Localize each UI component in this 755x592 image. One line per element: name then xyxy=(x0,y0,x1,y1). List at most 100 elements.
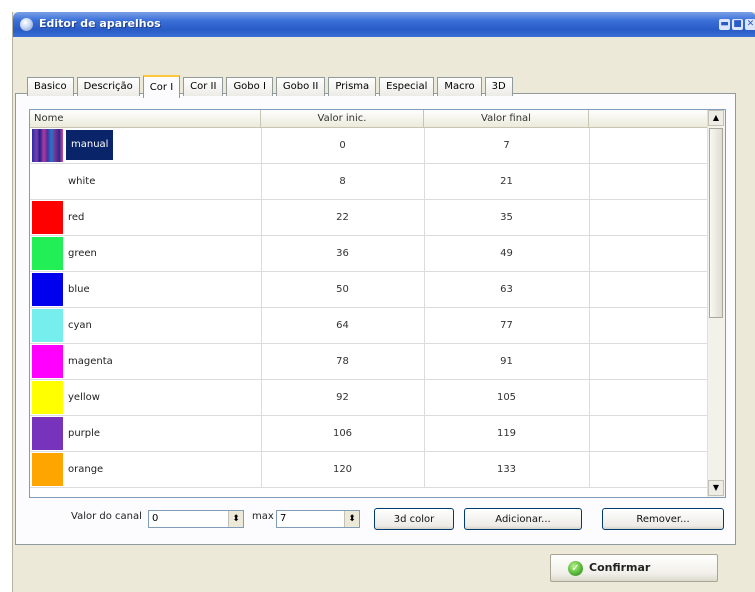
spin-arrows-icon[interactable]: ⬍ xyxy=(228,511,243,527)
table-row[interactable]: orange 120 133 xyxy=(30,452,707,488)
color-swatch xyxy=(32,417,63,450)
tab-gobo-ii[interactable]: Gobo II xyxy=(275,77,326,96)
column-divider xyxy=(589,200,590,235)
tab-cor-i[interactable]: Cor I xyxy=(142,75,181,98)
max-label: max xyxy=(252,511,274,522)
row-end-value: 133 xyxy=(496,464,517,475)
column-divider xyxy=(589,344,590,379)
row-start-value: 64 xyxy=(336,320,349,331)
scroll-up-icon[interactable]: ▲ xyxy=(708,110,724,126)
table-row[interactable]: magenta 78 91 xyxy=(30,344,707,380)
column-divider xyxy=(589,236,590,271)
table-row[interactable]: manual 0 7 xyxy=(30,128,707,164)
row-end-value: 77 xyxy=(500,320,513,331)
row-name: cyan xyxy=(68,320,92,331)
close-button[interactable]: ✕ xyxy=(745,19,755,30)
color-swatch xyxy=(32,165,63,198)
channel-value-text: 0 xyxy=(152,513,159,524)
row-name: green xyxy=(68,248,97,259)
column-divider xyxy=(589,308,590,343)
column-header-start[interactable]: Valor inic. xyxy=(261,110,424,127)
row-start-value: 92 xyxy=(336,392,349,403)
row-end-value: 63 xyxy=(500,284,513,295)
row-start-value: 0 xyxy=(339,140,346,151)
table-row[interactable]: red 22 35 xyxy=(30,200,707,236)
row-end-value: 7 xyxy=(503,140,510,151)
color-grid: Nome Valor inic. Valor final manual 0 7 whi… xyxy=(29,109,726,498)
tab-gobo-i[interactable]: Gobo I xyxy=(226,77,273,96)
spin-arrows-icon[interactable]: ⬍ xyxy=(344,511,359,527)
tab-cor-ii[interactable]: Cor II xyxy=(183,77,224,96)
column-divider xyxy=(589,272,590,307)
color-swatch xyxy=(32,381,63,414)
tab-prisma[interactable]: Prisma xyxy=(328,77,377,96)
column-header-name[interactable]: Nome xyxy=(30,110,261,127)
tab-descri-o[interactable]: Descrição xyxy=(76,77,140,96)
row-end-value: 35 xyxy=(500,212,513,223)
table-row[interactable]: yellow 92 105 xyxy=(30,380,707,416)
row-start-value: 106 xyxy=(332,428,353,439)
table-row[interactable]: white 8 21 xyxy=(30,164,707,200)
row-end-value: 49 xyxy=(500,248,513,259)
row-start-value: 22 xyxy=(336,212,349,223)
column-divider xyxy=(589,416,590,451)
row-name: white xyxy=(68,176,96,187)
row-name: orange xyxy=(68,464,104,475)
table-row[interactable]: green 36 49 xyxy=(30,236,707,272)
row-name: purple xyxy=(68,428,101,439)
row-name: blue xyxy=(68,284,90,295)
scroll-thumb[interactable] xyxy=(709,128,723,318)
grid-header: Nome Valor inic. Valor final xyxy=(30,110,707,128)
tab-basico[interactable]: Basico xyxy=(27,77,74,96)
minimize-button[interactable]: ▬ xyxy=(719,19,730,30)
color-swatch xyxy=(32,309,63,342)
row-end-value: 91 xyxy=(500,356,513,367)
3d-color-button[interactable]: 3d color xyxy=(374,508,454,530)
row-name: magenta xyxy=(68,356,113,367)
row-name: manual xyxy=(66,130,114,160)
remove-button[interactable]: Remover... xyxy=(602,508,724,530)
channel-value-label: Valor do canal xyxy=(71,511,142,522)
tab-especial[interactable]: Especial xyxy=(379,77,435,96)
row-start-value: 8 xyxy=(339,176,346,187)
column-divider xyxy=(589,380,590,415)
row-start-value: 50 xyxy=(336,284,349,295)
table-row[interactable]: purple 106 119 xyxy=(30,416,707,452)
max-value-stepper[interactable]: 7 ⬍ xyxy=(276,510,360,528)
title-bar[interactable]: Editor de aparelhos ▬ ■ ✕ xyxy=(13,12,755,37)
color-swatch xyxy=(32,273,63,306)
row-start-value: 78 xyxy=(336,356,349,367)
tab-3d[interactable]: 3D xyxy=(484,77,513,96)
confirm-label: Confirmar xyxy=(589,561,651,574)
column-header-blank xyxy=(589,110,707,127)
scroll-down-icon[interactable]: ▼ xyxy=(708,480,724,496)
column-divider xyxy=(589,164,590,199)
color-swatch xyxy=(32,237,63,270)
tab-strip: Basico Descrição Cor I Cor II Gobo I Gobo II P… xyxy=(27,75,513,98)
column-divider xyxy=(589,128,590,163)
color-swatch xyxy=(32,201,63,234)
vertical-scrollbar[interactable]: ▲ ▼ xyxy=(707,110,725,497)
row-end-value: 21 xyxy=(500,176,513,187)
color-swatch xyxy=(32,453,63,486)
maximize-button[interactable]: ■ xyxy=(732,19,743,30)
row-name: yellow xyxy=(68,392,100,403)
confirm-button[interactable]: ✓ Confirmar xyxy=(550,554,718,582)
max-value-text: 7 xyxy=(280,513,287,524)
column-divider xyxy=(589,452,590,487)
row-start-value: 120 xyxy=(332,464,353,475)
tab-macro[interactable]: Macro xyxy=(437,77,482,96)
table-row[interactable]: blue 50 63 xyxy=(30,272,707,308)
table-row[interactable]: cyan 64 77 xyxy=(30,308,707,344)
column-header-end[interactable]: Valor final xyxy=(424,110,589,127)
app-icon xyxy=(20,18,33,31)
window-title: Editor de aparelhos xyxy=(39,17,161,30)
row-start-value: 36 xyxy=(336,248,349,259)
color-swatch xyxy=(32,129,63,162)
channel-value-stepper[interactable]: 0 ⬍ xyxy=(148,510,244,528)
row-end-value: 105 xyxy=(496,392,517,403)
check-icon: ✓ xyxy=(568,561,583,576)
row-name: red xyxy=(68,212,85,223)
add-button[interactable]: Adicionar... xyxy=(464,508,582,530)
row-end-value: 119 xyxy=(496,428,517,439)
